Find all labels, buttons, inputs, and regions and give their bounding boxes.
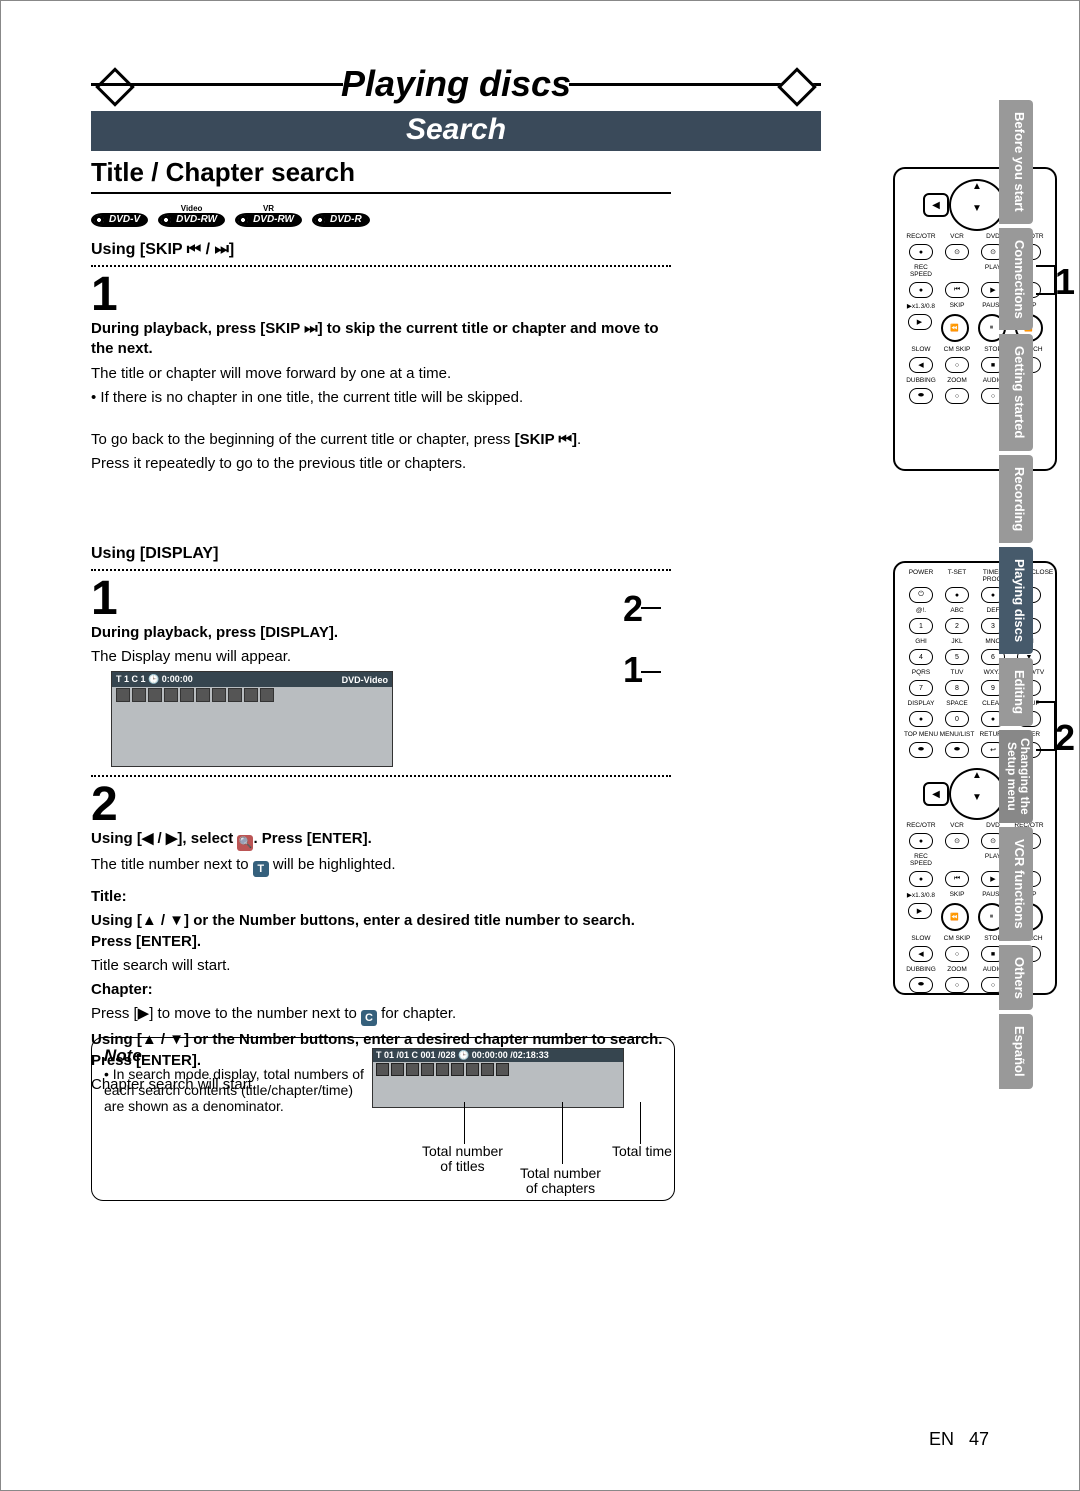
osd-row1-right: DVD-Video [342,675,388,685]
step-text: Title search will start. [91,956,671,976]
callout-line [641,671,661,673]
footer-page-number: 47 [969,1429,989,1449]
step-text: Press it repeatedly to go to the previou… [91,454,671,474]
step-text: Using [◀ / ▶], select 🔍. Press [ENTER]. [91,829,671,851]
badge-dvd-v: DVD-V [91,204,148,227]
callout-number: 1 [1055,261,1075,303]
note-label-time: Total time [612,1144,672,1159]
osd-row1: T 01 /01 C 001 /028 🕒 00:00:00 /02:18:33 [373,1049,623,1062]
side-tab-index: Before you start Connections Getting sta… [999,100,1033,1089]
chapter-c-icon: C [361,1010,377,1026]
osd-display-panel-mini: T 01 /01 C 001 /028 🕒 00:00:00 /02:18:33 [372,1048,624,1108]
tab-others[interactable]: Others [999,945,1033,1011]
subsection-header: Title / Chapter search [91,157,671,194]
callout-line [1054,701,1056,751]
tab-editing[interactable]: Editing [999,658,1033,726]
callout-line [464,1102,465,1144]
using-skip-heading: Using [SKIP ⏮ / ⏭] [91,241,671,267]
badge-dvd-r: DVD-R [312,204,370,227]
footer-lang: EN [929,1429,954,1449]
number-button: 7 [909,680,933,696]
step-number: 1 [91,271,671,319]
step-text: • If there is no chapter in one title, t… [91,388,671,408]
manual-page: Playing discs Search Title / Chapter sea… [0,0,1080,1491]
page-footer: EN 47 [929,1429,989,1450]
page-title-banner: Playing discs [91,63,821,107]
tab-connections[interactable]: Connections [999,228,1033,331]
step-text: Using [▲ / ▼] or the Number buttons, ent… [91,911,671,952]
callout-line [640,1102,641,1144]
step-text: To go back to the beginning of the curre… [91,430,671,450]
step-text: During playback, press [DISPLAY]. [91,623,671,643]
osd-display-panel: T 1 C 1 🕒 0:00:00 DVD-Video [111,671,393,767]
main-content: Playing discs Search Title / Chapter sea… [91,63,821,1099]
left-arrow-icon: ◀ [923,193,949,217]
dotted-separator [91,775,671,777]
tab-getting-started[interactable]: Getting started [999,334,1033,450]
decor-line [91,83,343,86]
osd-row1-left: T 1 C 1 🕒 0:00:00 [116,674,193,685]
tab-changing-setup[interactable]: Changing the Setup menu [999,730,1033,823]
callout-line [641,607,661,609]
step-text: During playback, press [SKIP ⏭] to skip … [91,319,671,360]
number-button: 4 [909,649,933,665]
tab-vcr-functions[interactable]: VCR functions [999,827,1033,941]
title-label: Title: [91,887,671,907]
chapter-label: Chapter: [91,980,671,1000]
step-number: 1 [91,575,671,623]
search-mode-icon: 🔍 [237,835,253,851]
step-text: The title or chapter will move forward b… [91,364,671,384]
tab-espanol[interactable]: Español [999,1014,1033,1089]
number-button: 2 [945,618,969,634]
callout-number: 2 [1055,717,1075,759]
callout-line [1036,701,1056,703]
title-t-icon: T [253,861,269,877]
osd-icon-row [373,1062,623,1077]
note-box: Note • In search mode display, total num… [91,1037,675,1201]
step-text: Press [▶] to move to the number next to … [91,1004,671,1026]
display-section: Using [DISPLAY] 1 During playback, press… [91,545,671,1096]
note-label-titles: Total number of titles [422,1144,503,1175]
callout-line [1054,265,1056,295]
number-button: 1 [909,618,933,634]
callout-line [1036,293,1056,295]
note-label-chapters: Total number of chapters [520,1166,601,1197]
number-button: 8 [945,680,969,696]
left-arrow-icon: ◀ [923,782,949,806]
using-display-heading: Using [DISPLAY] [91,545,671,571]
number-button: 0 [945,711,969,727]
tab-playing-discs[interactable]: Playing discs [999,547,1033,654]
tab-recording[interactable]: Recording [999,455,1033,543]
step-text: The title number next to T will be highl… [91,855,671,877]
step-number: 2 [91,781,671,829]
callout-line [1036,265,1056,267]
section-header: Search [91,111,821,151]
callout-line [562,1102,563,1164]
badge-dvd-rw-vr: VRDVD-RW [235,204,302,227]
osd-icon-row [112,687,392,703]
badge-dvd-rw-video: VideoDVD-RW [158,204,225,227]
callout-number: 2 [623,588,643,630]
tab-before-you-start[interactable]: Before you start [999,100,1033,224]
callout-number: 1 [623,649,643,691]
display-remote-button: ● [909,711,933,727]
skip-section: Using [SKIP ⏮ / ⏭] 1 During playback, pr… [91,241,671,475]
disc-type-badges: DVD-V VideoDVD-RW VRDVD-RW DVD-R [91,204,821,227]
callout-line [1036,749,1056,751]
step-text: The Display menu will appear. [91,647,671,667]
skip-prev-button: ⏮ [945,282,969,298]
number-button: 5 [945,649,969,665]
note-text: • In search mode display, total numbers … [104,1066,364,1114]
